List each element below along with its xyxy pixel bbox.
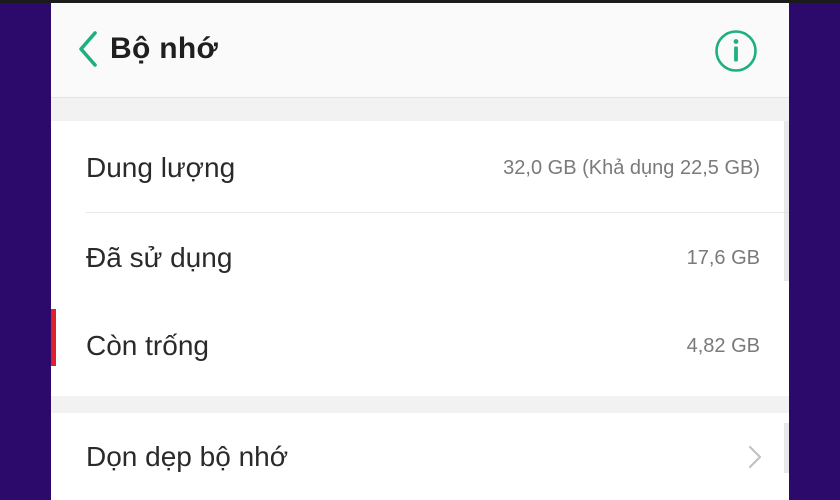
free-row: Còn trống 4,82 GB [51, 301, 789, 391]
scroll-shadow [784, 121, 789, 281]
app-header: Bộ nhớ [51, 3, 789, 98]
info-button[interactable] [714, 29, 758, 73]
free-value: 4,82 GB [686, 335, 760, 357]
info-icon [715, 30, 757, 72]
capacity-label: Dung lượng [86, 152, 236, 183]
capacity-value: 32,0 GB (Khả dụng 22,5 GB) [503, 157, 760, 179]
back-button[interactable] [73, 29, 103, 69]
free-label: Còn trống [86, 330, 209, 361]
used-row: Đã sử dụng 17,6 GB [51, 213, 789, 303]
scroll-shadow [784, 423, 789, 473]
clean-storage-item[interactable]: Dọn dẹp bộ nhớ [51, 413, 789, 500]
chevron-right-icon [748, 445, 762, 469]
storage-info-card: Dung lượng 32,0 GB (Khả dụng 22,5 GB) Đã… [51, 121, 789, 396]
storage-settings-screen: Bộ nhớ Dung lượng 32,0 GB (Khả dụng 22,5… [51, 3, 789, 500]
chevron-left-icon [79, 31, 97, 67]
clean-storage-label: Dọn dẹp bộ nhớ [86, 441, 289, 472]
used-label: Đã sử dụng [86, 242, 233, 273]
used-value: 17,6 GB [686, 247, 760, 269]
highlight-marker [51, 309, 56, 366]
capacity-row: Dung lượng 32,0 GB (Khả dụng 22,5 GB) [51, 123, 789, 213]
page-title: Bộ nhớ [110, 32, 219, 65]
